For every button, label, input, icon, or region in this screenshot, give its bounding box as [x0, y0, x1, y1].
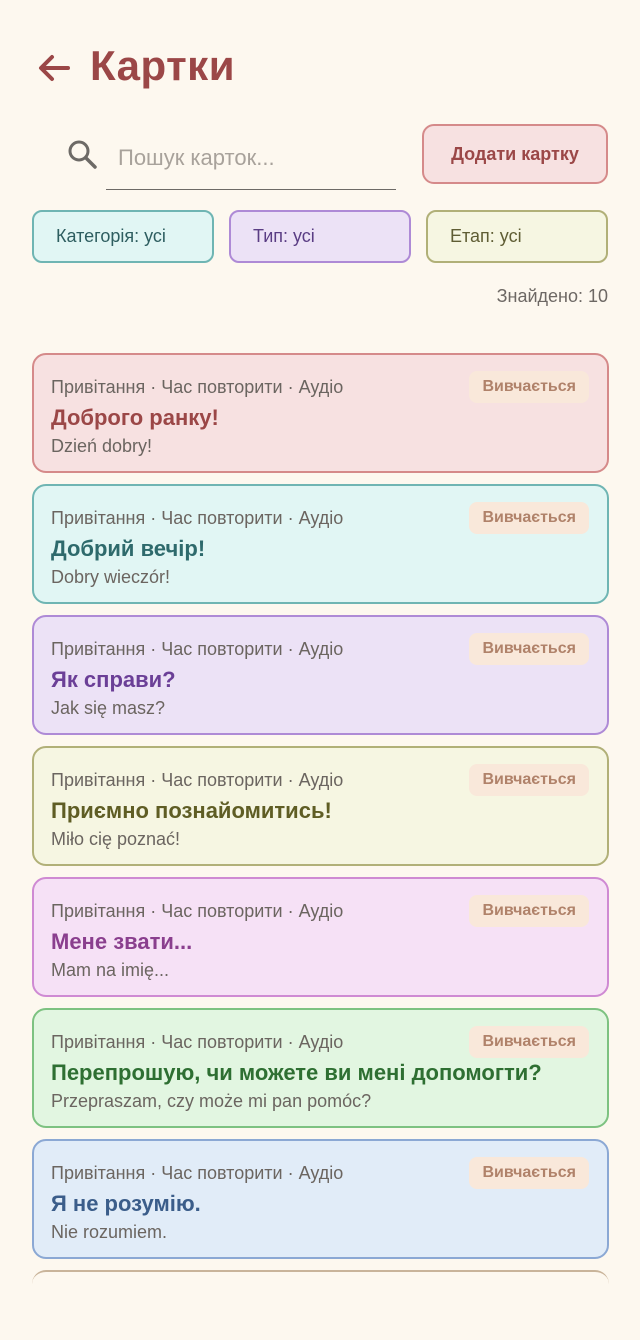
status-badge: Вивчається [469, 502, 589, 534]
card-meta: Привітання · Час повторити · Аудіо [51, 508, 344, 528]
card-title: Перепрошую, чи можете ви мені допомогти? [51, 1060, 542, 1085]
arrow-left-icon [39, 55, 70, 81]
card-translation: Nie rozumiem. [51, 1222, 168, 1242]
card-translation: Mam na imię... [51, 960, 170, 980]
card[interactable]: Привітання · Час повторити · Аудіо Добрий… [32, 484, 609, 604]
card[interactable]: Привітання · Час повторити · Аудіо Доброг… [32, 353, 609, 473]
filter-type[interactable]: Тип: усі [229, 210, 411, 263]
search-input[interactable] [106, 126, 396, 190]
card-meta: Привітання · Час повторити · Аудіо [51, 1032, 344, 1052]
card-partial[interactable] [32, 1270, 609, 1310]
card-title: Я не розумію. [51, 1191, 201, 1216]
card-translation: Miło cię poznać! [51, 829, 181, 849]
card-translation: Jak się masz? [51, 698, 166, 718]
status-badge: Вивчається [469, 895, 589, 927]
search-bar [62, 126, 398, 190]
card[interactable]: Привітання · Час повторити · Аудіо Перепр… [32, 1008, 609, 1128]
card-meta: Привітання · Час повторити · Аудіо [51, 377, 344, 397]
card-translation: Przepraszam, czy może mi pan pomóc? [51, 1091, 372, 1111]
filter-stage[interactable]: Етап: усі [426, 210, 608, 263]
card[interactable]: Привітання · Час повторити · Аудіо Мене з… [32, 877, 609, 997]
card-meta: Привітання · Час повторити · Аудіо [51, 639, 344, 659]
filter-category[interactable]: Категорія: усі [32, 210, 214, 263]
card[interactable]: Привітання · Час повторити · Аудіо Приємн… [32, 746, 609, 866]
status-badge: Вивчається [469, 764, 589, 796]
card-translation: Dzień dobry! [51, 436, 153, 456]
search-icon [68, 140, 97, 169]
found-count: Знайдено: 10 [496, 286, 608, 306]
card-title: Як справи? [51, 667, 176, 692]
card-meta: Привітання · Час повторити · Аудіо [51, 1163, 344, 1183]
card[interactable]: Привітання · Час повторити · Аудіо Я не р… [32, 1139, 609, 1259]
card-translation: Dobry wieczór! [51, 567, 171, 587]
card-title: Доброго ранку! [51, 405, 219, 430]
card[interactable]: Привітання · Час повторити · Аудіо Як спр… [32, 615, 609, 735]
back-button[interactable] [34, 48, 74, 88]
status-badge: Вивчається [469, 1157, 589, 1189]
card-meta: Привітання · Час повторити · Аудіо [51, 770, 344, 790]
card-title: Добрий вечір! [51, 536, 206, 561]
card-meta: Привітання · Час повторити · Аудіо [51, 901, 344, 921]
card-title: Приємно познайомитись! [51, 798, 332, 823]
status-badge: Вивчається [469, 1026, 589, 1058]
status-badge: Вивчається [469, 633, 589, 665]
page-title: Картки [90, 42, 236, 89]
status-badge: Вивчається [469, 371, 589, 403]
add-card-button[interactable]: Додати картку [422, 124, 608, 184]
card-title: Мене звати... [51, 929, 193, 954]
header: Картки [0, 38, 640, 98]
